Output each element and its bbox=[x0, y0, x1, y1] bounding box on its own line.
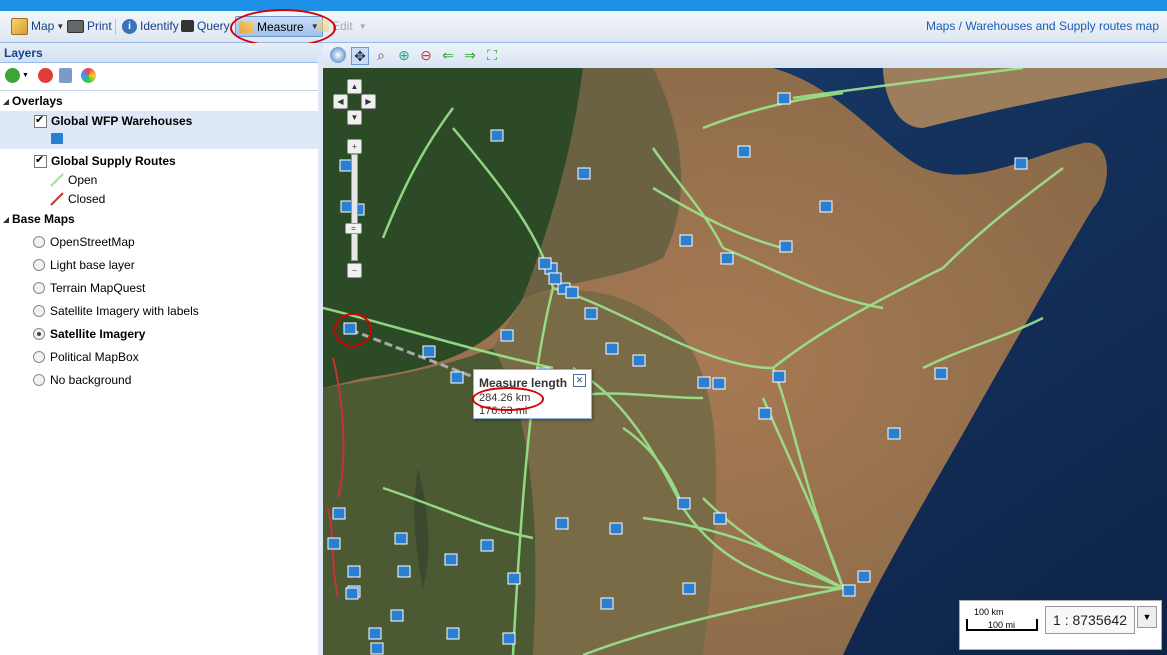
back-arrow-icon[interactable]: ⇐ bbox=[440, 47, 456, 63]
overlays-label: Overlays bbox=[12, 94, 63, 108]
basemap-radio-selected[interactable] bbox=[33, 328, 45, 340]
map-toolbar: ✥ ⌕ ⊕ ⊖ ⇐ ⇒ ⛶ bbox=[323, 43, 1167, 69]
print-button[interactable]: Print bbox=[67, 17, 112, 35]
pan-left-button[interactable]: ◀ bbox=[333, 94, 348, 109]
chevron-down-icon[interactable]: ▼ bbox=[1137, 606, 1157, 628]
layer-warehouses-label: Global WFP Warehouses bbox=[51, 114, 193, 128]
basemap-satellite[interactable]: Satellite Imagery bbox=[0, 324, 318, 344]
close-icon[interactable]: ✕ bbox=[573, 374, 586, 387]
basemap-political[interactable]: Political MapBox bbox=[0, 347, 318, 367]
scale-km-label: 100 km bbox=[974, 607, 1004, 617]
layers-toolbar: ▼ bbox=[0, 63, 318, 91]
expand-arrow-icon[interactable]: ◢ bbox=[0, 215, 12, 224]
warehouse-legend-icon bbox=[51, 133, 63, 144]
identify-label: Identify bbox=[140, 19, 179, 33]
zoom-box-icon[interactable]: ⌕ bbox=[373, 47, 389, 63]
zoom-out-icon[interactable]: ⊖ bbox=[418, 47, 434, 63]
map-view[interactable]: ▲ ◀ ▶ ▼ + = − bbox=[323, 68, 1167, 655]
basemap-label: OpenStreetMap bbox=[50, 235, 135, 249]
expand-arrow-icon[interactable]: ◢ bbox=[0, 97, 12, 106]
measure-highlight-ring bbox=[230, 9, 336, 47]
print-label: Print bbox=[87, 19, 112, 33]
legend-open: Open bbox=[0, 170, 318, 190]
basemap-none[interactable]: No background bbox=[0, 370, 318, 390]
satellite-basemap bbox=[323, 68, 1167, 655]
basemap-light[interactable]: Light base layer bbox=[0, 255, 318, 275]
basemap-label: Light base layer bbox=[50, 258, 135, 272]
overlays-node[interactable]: ◢ Overlays bbox=[0, 91, 318, 111]
full-extent-icon[interactable] bbox=[330, 47, 346, 63]
query-button[interactable]: Query bbox=[181, 17, 230, 35]
basemap-label: Terrain MapQuest bbox=[50, 281, 146, 295]
basemap-radio[interactable] bbox=[33, 259, 45, 271]
km-value-highlight-ring bbox=[472, 387, 544, 411]
basemap-label: Satellite Imagery bbox=[50, 327, 146, 341]
legend-open-label: Open bbox=[68, 173, 98, 187]
pan-up-button[interactable]: ▲ bbox=[347, 79, 362, 94]
pan-right-button[interactable]: ▶ bbox=[361, 94, 376, 109]
zoom-out-button[interactable]: − bbox=[347, 263, 362, 278]
chevron-down-icon: ▼ bbox=[358, 21, 367, 31]
zoom-slider-handle[interactable]: = bbox=[345, 223, 362, 234]
basemap-terrain[interactable]: Terrain MapQuest bbox=[0, 278, 318, 298]
basemap-label: Satellite Imagery with labels bbox=[50, 304, 199, 318]
add-layer-icon[interactable] bbox=[5, 68, 20, 83]
chevron-down-icon: ▼ bbox=[56, 21, 65, 31]
layer-routes[interactable]: Global Supply Routes bbox=[0, 151, 318, 171]
map-menu-label: Map bbox=[31, 19, 55, 33]
palette-icon[interactable] bbox=[81, 68, 96, 83]
legend-closed: Closed bbox=[0, 189, 318, 209]
layer-routes-checkbox[interactable] bbox=[34, 153, 47, 168]
toolbar-divider bbox=[115, 19, 116, 35]
main-toolbar: Map ▼ Print i Identify Query Measure ▼ Edi… bbox=[0, 11, 1167, 43]
open-route-icon bbox=[50, 173, 64, 187]
scale-select[interactable]: 1 : 8735642 bbox=[1045, 606, 1135, 634]
map-menu-button[interactable]: Map ▼ bbox=[11, 17, 64, 35]
legend-closed-label: Closed bbox=[68, 192, 106, 206]
pan-icon[interactable]: ✥ bbox=[351, 47, 369, 65]
printer-icon bbox=[67, 19, 84, 33]
info-icon: i bbox=[122, 18, 137, 34]
layers-panel: Layers ▼ ◢ Overlays Global WFP Warehouse… bbox=[0, 43, 319, 655]
layer-warehouses[interactable]: Global WFP Warehouses bbox=[0, 111, 318, 149]
layers-panel-title: Layers bbox=[0, 43, 318, 63]
basemap-radio[interactable] bbox=[33, 305, 45, 317]
basemap-satellite-labels[interactable]: Satellite Imagery with labels bbox=[0, 301, 318, 321]
chevron-down-icon[interactable]: ▼ bbox=[22, 72, 29, 79]
wrench-icon[interactable] bbox=[59, 68, 72, 83]
basemap-label: Political MapBox bbox=[50, 350, 139, 364]
zoom-extent-icon[interactable]: ⛶ bbox=[484, 47, 500, 63]
map-icon bbox=[11, 17, 28, 35]
closed-route-icon bbox=[50, 192, 64, 206]
basemap-radio[interactable] bbox=[33, 351, 45, 363]
layer-warehouses-checkbox[interactable] bbox=[34, 113, 47, 128]
top-accent-bar bbox=[0, 0, 1167, 11]
zoom-slider-track[interactable] bbox=[351, 154, 358, 261]
basemap-openstreetmap[interactable]: OpenStreetMap bbox=[0, 232, 318, 252]
basemap-radio[interactable] bbox=[33, 236, 45, 248]
basemap-radio[interactable] bbox=[33, 282, 45, 294]
base-maps-label: Base Maps bbox=[12, 212, 75, 226]
basemap-label: No background bbox=[50, 373, 132, 387]
pan-down-button[interactable]: ▼ bbox=[347, 110, 362, 125]
zoom-in-icon[interactable]: ⊕ bbox=[396, 47, 412, 63]
base-maps-node[interactable]: ◢ Base Maps bbox=[0, 209, 318, 229]
basemap-radio[interactable] bbox=[33, 374, 45, 386]
start-point-highlight-ring bbox=[334, 313, 372, 347]
remove-layer-icon[interactable] bbox=[38, 68, 53, 83]
scale-mi-label: 100 mi bbox=[988, 620, 1016, 630]
layer-routes-label: Global Supply Routes bbox=[51, 154, 176, 168]
identify-button[interactable]: i Identify bbox=[122, 17, 179, 35]
zoom-in-button[interactable]: + bbox=[347, 139, 362, 154]
forward-arrow-icon[interactable]: ⇒ bbox=[462, 47, 478, 63]
breadcrumb[interactable]: Maps / Warehouses and Supply routes map bbox=[926, 19, 1159, 33]
query-label: Query bbox=[197, 19, 230, 33]
binoculars-icon bbox=[181, 20, 194, 32]
